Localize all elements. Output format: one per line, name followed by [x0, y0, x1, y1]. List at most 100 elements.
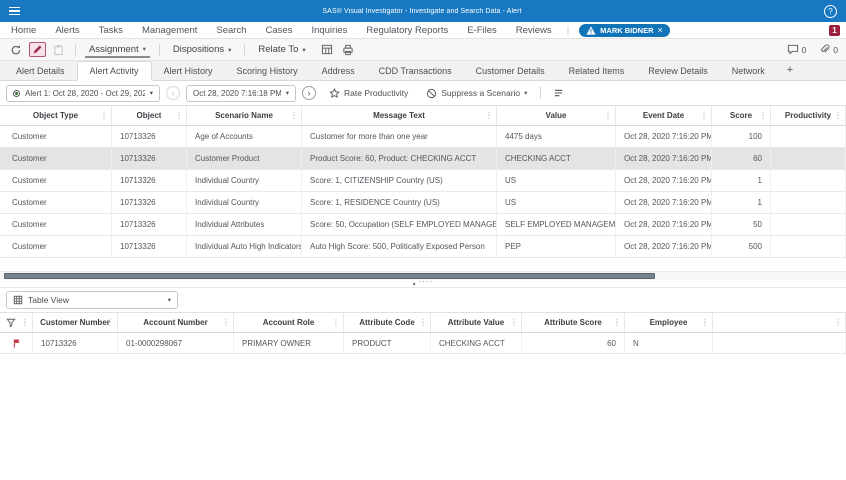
- table-row[interactable]: Customer 10713326 Customer Product Product …: [0, 148, 846, 170]
- clipboard-button[interactable]: [51, 43, 66, 57]
- suppress-scenario-button[interactable]: Suppress a Scenario ▾: [423, 86, 530, 101]
- table-row[interactable]: Customer 10713326 Individual Auto High Ind…: [0, 236, 846, 258]
- alert-range-select[interactable]: Alert 1: Oct 28, 2020 - Oct 29, 2020 ▾: [6, 84, 160, 102]
- view-options-button[interactable]: [551, 87, 566, 99]
- column-menu-icon[interactable]: ⋮: [485, 111, 493, 120]
- tab-cdd-transactions[interactable]: CDD Transactions: [367, 62, 464, 80]
- column-menu-icon[interactable]: ⋮: [100, 111, 108, 120]
- column-menu-icon[interactable]: ⋮: [701, 318, 709, 327]
- cell-productivity: [771, 214, 846, 235]
- menu-item-search[interactable]: Search: [216, 25, 246, 36]
- rate-productivity-button[interactable]: Rate Productivity: [326, 86, 411, 101]
- column-menu-icon[interactable]: ⋮: [834, 111, 842, 120]
- tab-address[interactable]: Address: [310, 62, 367, 80]
- column-menu-icon[interactable]: ⋮: [21, 318, 29, 327]
- column-header-account-number[interactable]: Account Number ⋮: [118, 313, 234, 332]
- column-header-label: Score: [729, 111, 753, 120]
- tab-related-items[interactable]: Related Items: [557, 62, 637, 80]
- filter-header-cell[interactable]: ⋮: [0, 313, 33, 332]
- hamburger-menu-icon[interactable]: [9, 6, 20, 16]
- cell-score: 1: [712, 192, 771, 213]
- cell-object: 10713326: [112, 126, 187, 147]
- table-row[interactable]: Customer 10713326 Individual Country Score:…: [0, 192, 846, 214]
- column-menu-icon[interactable]: ⋮: [834, 318, 842, 327]
- column-menu-icon[interactable]: ⋮: [419, 318, 427, 327]
- column-header-attribute-code[interactable]: Attribute Code ⋮: [344, 313, 431, 332]
- tab-scoring-history[interactable]: Scoring History: [225, 62, 310, 80]
- scrollbar-thumb[interactable]: [4, 273, 656, 279]
- column-menu-icon[interactable]: ⋮: [700, 111, 708, 120]
- menu-item-alerts[interactable]: Alerts: [55, 25, 79, 36]
- cell-message-text: Auto High Score: 500, Politically Expose…: [302, 236, 497, 257]
- cell-score: 100: [712, 126, 771, 147]
- tab-network[interactable]: Network: [720, 62, 777, 80]
- menu-item-home[interactable]: Home: [11, 25, 36, 36]
- column-header-account-role[interactable]: Account Role ⋮: [234, 313, 344, 332]
- relate-to-label: Relate To: [258, 44, 299, 55]
- column-header-value[interactable]: Value ⋮: [497, 106, 616, 125]
- menu-item-e-files[interactable]: E-Files: [467, 25, 497, 36]
- column-menu-icon[interactable]: ⋮: [510, 318, 518, 327]
- column-header-object-type[interactable]: Object Type ⋮: [0, 106, 112, 125]
- comment-bubble-icon: [787, 44, 798, 55]
- next-event-button[interactable]: ›: [302, 86, 316, 100]
- filter-funnel-icon[interactable]: [6, 318, 16, 328]
- menu-item-cases[interactable]: Cases: [266, 25, 293, 36]
- column-menu-icon[interactable]: ⋮: [759, 111, 767, 120]
- column-header-event-date[interactable]: Event Date ⋮: [616, 106, 712, 125]
- comments-button[interactable]: 0: [787, 44, 806, 55]
- column-menu-icon[interactable]: ⋮: [290, 111, 298, 120]
- column-menu-icon[interactable]: ⋮: [332, 318, 340, 327]
- column-menu-icon[interactable]: ⋮: [222, 318, 230, 327]
- warning-triangle-icon: [586, 25, 596, 35]
- table-row[interactable]: Customer 10713326 Individual Attributes Sco…: [0, 214, 846, 236]
- column-menu-icon[interactable]: ⋮: [106, 318, 114, 327]
- column-header-scenario-name[interactable]: Scenario Name ⋮: [187, 106, 302, 125]
- dispositions-button[interactable]: Dispositions ▾: [169, 42, 235, 57]
- column-header-object[interactable]: Object ⋮: [112, 106, 187, 125]
- table-row[interactable]: Customer 10713326 Age of Accounts Customer …: [0, 126, 846, 148]
- flag-cell: [0, 333, 33, 353]
- column-header-customer-number[interactable]: Customer Number ⋮: [33, 313, 118, 332]
- column-menu-icon[interactable]: ⋮: [175, 111, 183, 120]
- event-time-select[interactable]: Oct 28, 2020 7:16:18 PM ▾: [186, 84, 296, 102]
- column-menu-icon[interactable]: ⋮: [604, 111, 612, 120]
- menu-item-tasks[interactable]: Tasks: [99, 25, 123, 36]
- menu-item-reviews[interactable]: Reviews: [516, 25, 552, 36]
- edit-mode-toggle[interactable]: [29, 42, 46, 57]
- pane-splitter[interactable]: ▴ ····: [0, 278, 846, 288]
- column-header-employee[interactable]: Employee ⋮: [625, 313, 713, 332]
- add-tab-button[interactable]: +: [777, 61, 803, 80]
- column-header-productivity[interactable]: Productivity ⋮: [771, 106, 846, 125]
- tab-alert-activity[interactable]: Alert Activity: [76, 61, 152, 81]
- previous-event-button[interactable]: ‹: [166, 86, 180, 100]
- attachments-button[interactable]: 0: [819, 44, 838, 55]
- assignment-button[interactable]: Assignment ▾: [85, 42, 150, 58]
- menu-item-inquiries[interactable]: Inquiries: [311, 25, 347, 36]
- table-row[interactable]: 10713326 01-0000298067 PRIMARY OWNER PRODUC…: [0, 333, 846, 354]
- print-button[interactable]: [340, 43, 356, 57]
- tab-alert-history[interactable]: Alert History: [152, 62, 225, 80]
- table-view-select[interactable]: Table View ▾: [6, 291, 178, 309]
- menu-item-regulatory-reports[interactable]: Regulatory Reports: [366, 25, 448, 36]
- tab-customer-details[interactable]: Customer Details: [464, 62, 557, 80]
- tab-review-details[interactable]: Review Details: [636, 62, 720, 80]
- refresh-button[interactable]: [8, 43, 24, 57]
- column-header-score[interactable]: Score ⋮: [712, 106, 771, 125]
- menu-item-management[interactable]: Management: [142, 25, 197, 36]
- relate-to-button[interactable]: Relate To ▾: [254, 42, 309, 57]
- help-icon[interactable]: [824, 4, 837, 18]
- export-table-button[interactable]: [319, 43, 335, 56]
- column-header-message-text[interactable]: Message Text ⋮: [302, 106, 497, 125]
- table-row[interactable]: Customer 10713326 Individual Country Score:…: [0, 170, 846, 192]
- column-header-attribute-value[interactable]: Attribute Value ⋮: [431, 313, 522, 332]
- column-menu-icon[interactable]: ⋮: [613, 318, 621, 327]
- tab-alert-details[interactable]: Alert Details: [4, 62, 77, 80]
- entity-pill-mark-bidner[interactable]: MARK BIDNER ×: [579, 23, 670, 37]
- column-header-label: Attribute Value: [447, 318, 505, 327]
- activity-table: Object Type ⋮ Object ⋮ Scenario Name ⋮ Message…: [0, 105, 846, 271]
- notification-badge[interactable]: 1: [829, 24, 840, 36]
- tab-strip: Alert Details Alert Activity Alert History…: [0, 61, 846, 81]
- close-icon[interactable]: ×: [658, 25, 663, 35]
- column-header-attribute-score[interactable]: Attribute Score ⋮: [522, 313, 625, 332]
